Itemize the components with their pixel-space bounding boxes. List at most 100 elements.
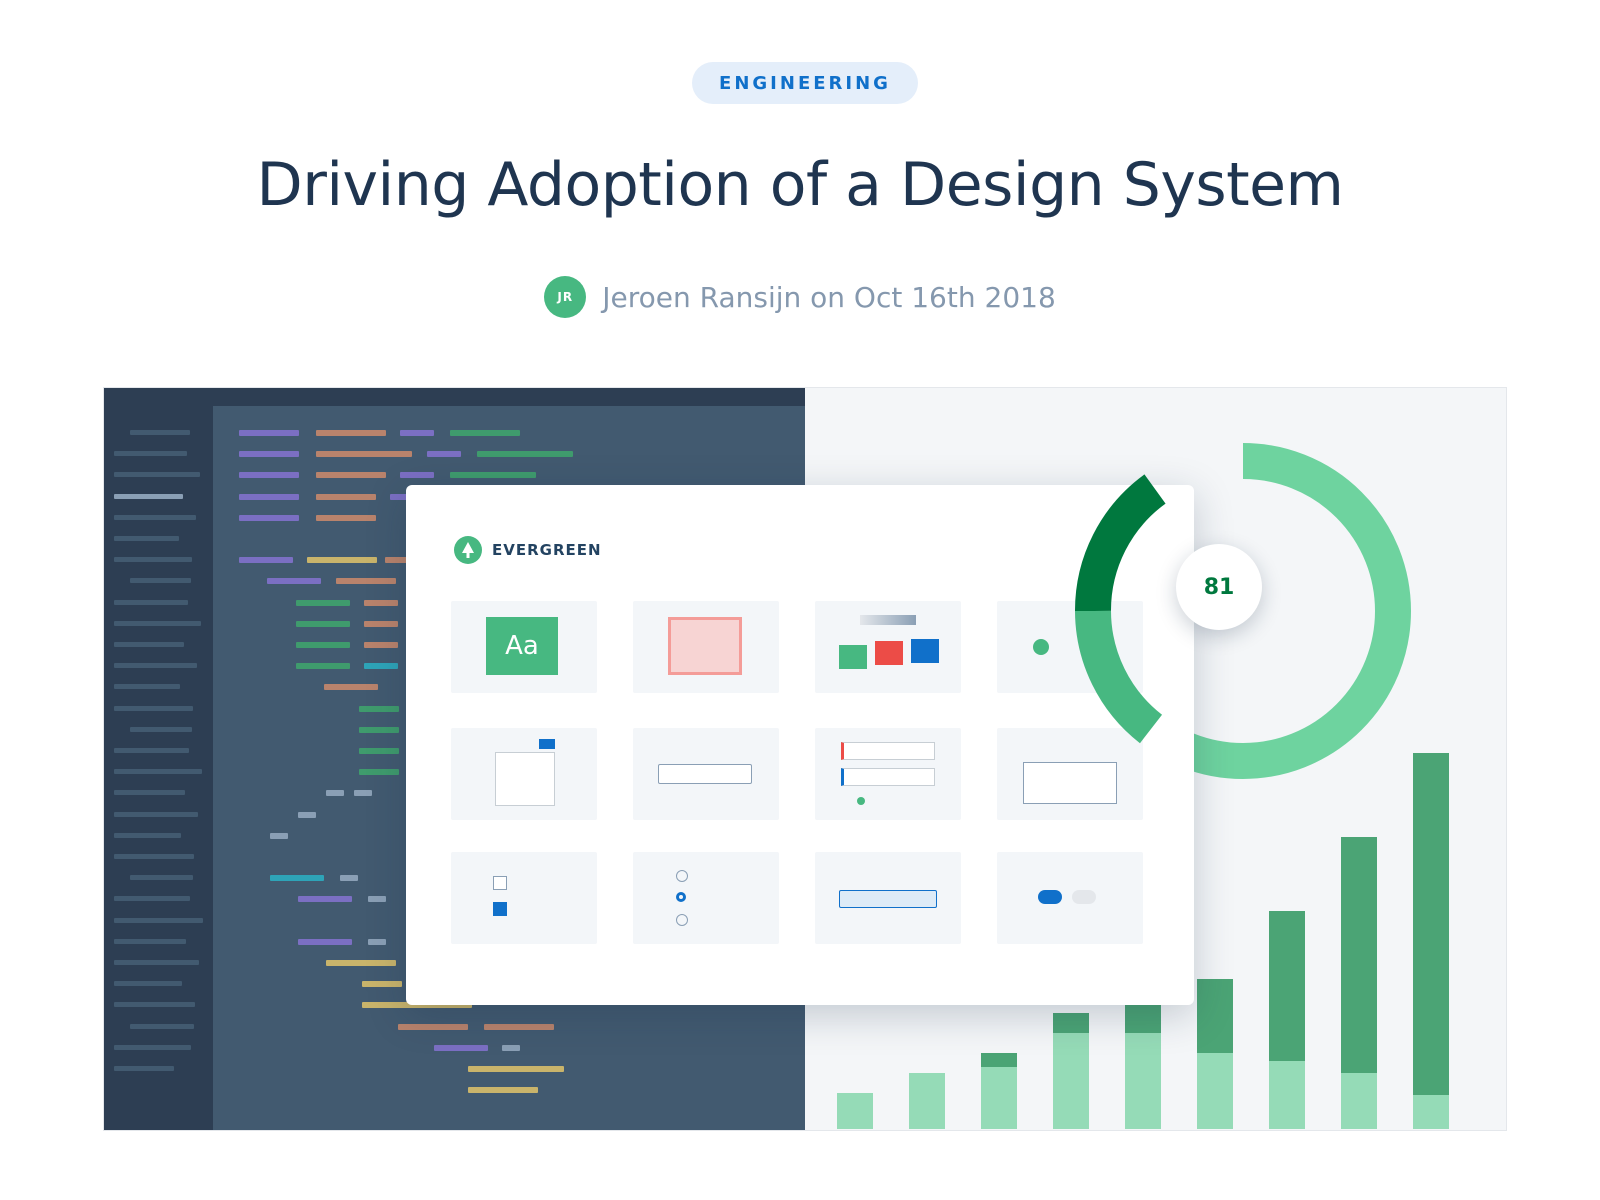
- file-tree-entry: [130, 726, 192, 732]
- radio-on-icon: [676, 892, 686, 902]
- code-token: [316, 472, 386, 479]
- file-tree-entry: [114, 642, 184, 647]
- error-icon: [1093, 639, 1109, 655]
- code-token: [364, 599, 398, 606]
- file-tree-entry: [114, 451, 187, 457]
- spacing-tile: [633, 601, 779, 693]
- file-tree-entry: [114, 811, 198, 817]
- chart-column-dark: [1269, 911, 1305, 1061]
- evergreen-brand: EVERGREEN: [454, 536, 602, 564]
- category-tag[interactable]: ENGINEERING: [692, 62, 918, 104]
- dialog-tile: [997, 728, 1143, 820]
- code-token: [477, 451, 573, 458]
- code-token: [354, 790, 372, 797]
- chart-column-light: [981, 1067, 1017, 1129]
- file-tree-entry: [114, 684, 180, 690]
- chart-column-light: [1125, 1033, 1161, 1129]
- code-token: [398, 1023, 468, 1030]
- code-token: [359, 769, 399, 776]
- search-input-preview: [658, 764, 752, 784]
- search-input-tile: [633, 728, 779, 820]
- success-icon: [1033, 639, 1049, 655]
- color-tile: [815, 601, 961, 693]
- code-token: [298, 896, 352, 903]
- checkbox-checked: [493, 902, 507, 916]
- editor-file-tree: [104, 388, 213, 1130]
- chart-column-light: [837, 1093, 873, 1129]
- score-value: 81: [1176, 544, 1262, 630]
- file-tree-entry: [114, 1066, 174, 1071]
- chart-column-light: [1341, 1073, 1377, 1129]
- radio-off-icon: [676, 870, 688, 882]
- file-tree-entry: [114, 472, 200, 478]
- code-token: [364, 642, 398, 648]
- file-tree-entry: [114, 769, 202, 775]
- code-token: [307, 557, 377, 564]
- file-tree-entry: [114, 1002, 195, 1008]
- file-tree-entry: [114, 790, 185, 796]
- spacing-box: [668, 617, 742, 675]
- chart-column-dark: [1125, 1005, 1161, 1033]
- file-tree-entry: [114, 599, 188, 605]
- file-tree-entry: [130, 1023, 194, 1029]
- evergreen-component-panel: EVERGREEN Aa: [406, 485, 1194, 1005]
- menu-tile: [451, 728, 597, 820]
- typography-glyph: Aa: [486, 617, 558, 675]
- code-token: [340, 875, 358, 882]
- code-token: [326, 790, 344, 797]
- code-token: [359, 705, 399, 712]
- editor-tab-strip: [213, 388, 805, 406]
- code-token: [359, 748, 399, 754]
- file-tree-entry: [114, 981, 182, 987]
- file-tree-entry: [114, 854, 194, 859]
- segmented-control-preview: [839, 890, 937, 908]
- code-token: [239, 557, 293, 564]
- switch-off-icon: [1072, 890, 1096, 904]
- code-token: [239, 472, 299, 479]
- code-token: [316, 430, 386, 436]
- code-token: [296, 642, 350, 648]
- status-icons-tile: [997, 601, 1143, 693]
- code-token: [364, 620, 398, 627]
- file-tree-entry: [114, 536, 179, 541]
- code-token: [368, 896, 386, 903]
- chart-column-dark: [981, 1053, 1017, 1067]
- menu-preview: [495, 752, 555, 806]
- code-token: [270, 875, 324, 882]
- alert-tile: [815, 728, 961, 820]
- file-tree-entry: [114, 938, 186, 944]
- code-token: [239, 451, 299, 458]
- file-tree-entry: [114, 832, 181, 838]
- code-token: [359, 726, 399, 733]
- code-token: [502, 1044, 520, 1051]
- code-token: [298, 811, 316, 818]
- code-token: [484, 1023, 554, 1030]
- code-token: [362, 981, 402, 988]
- radio-tile: [633, 852, 779, 944]
- code-token: [298, 938, 352, 945]
- checkbox-unchecked: [493, 876, 507, 890]
- chart-column-light: [1197, 1053, 1233, 1129]
- file-tree-entry: [114, 620, 201, 626]
- file-tree-entry: [114, 896, 190, 902]
- post-title: Driving Adoption of a Design System: [256, 150, 1345, 220]
- file-tree-entry: [130, 430, 190, 435]
- code-token: [324, 684, 378, 691]
- tree-icon: [454, 536, 482, 564]
- code-token: [434, 1044, 488, 1051]
- file-tree-entry: [114, 960, 199, 965]
- chart-column-dark: [1053, 1013, 1089, 1033]
- code-token: [316, 451, 412, 458]
- checkbox-tile: [451, 852, 597, 944]
- chart-column-light: [909, 1073, 945, 1129]
- file-tree-entry: [114, 1044, 191, 1050]
- file-tree-entry: [114, 514, 196, 520]
- file-tree-entry: [114, 663, 197, 669]
- code-token: [316, 493, 376, 500]
- author-avatar[interactable]: JR: [544, 276, 587, 318]
- check-icon: [857, 797, 865, 805]
- chart-column-dark: [1197, 979, 1233, 1053]
- byline-text: Jeroen Ransijn on Oct 16th 2018: [602, 280, 1056, 314]
- alert-info-preview: [841, 768, 935, 786]
- code-token: [364, 663, 398, 670]
